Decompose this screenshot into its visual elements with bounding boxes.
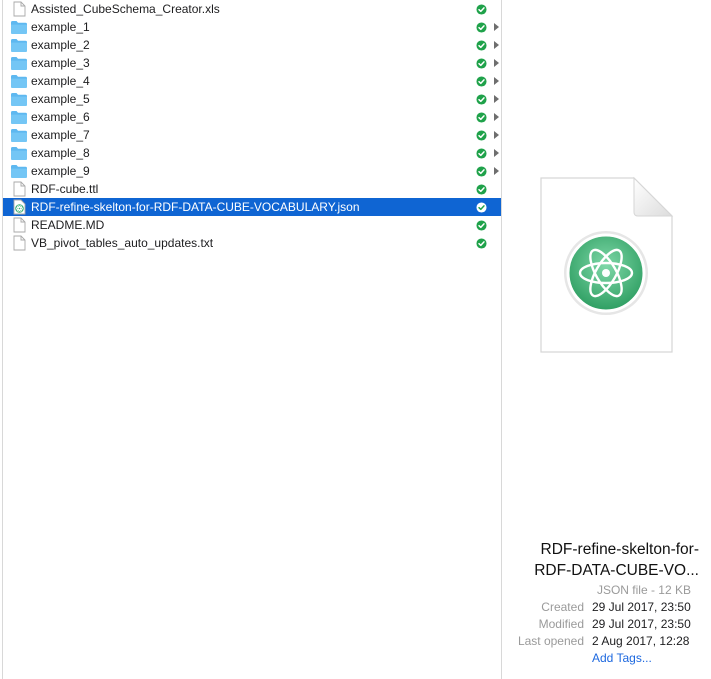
file-list: Assisted_CubeSchema_Creator.xls example_1…: [3, 0, 501, 252]
last-opened-label: Last opened: [517, 634, 584, 648]
chevron-right-icon[interactable]: [493, 130, 500, 140]
file-row[interactable]: example_3: [3, 54, 501, 72]
folder-icon: [11, 147, 27, 160]
file-name: Assisted_CubeSchema_Creator.xls: [31, 2, 220, 16]
folder-icon: [11, 21, 27, 34]
file-row[interactable]: example_9: [3, 162, 501, 180]
sync-check-icon: [476, 166, 487, 177]
file-name: example_8: [31, 146, 90, 160]
chevron-right-icon[interactable]: [493, 76, 500, 86]
file-row[interactable]: RDF-refine-skelton-for-RDF-DATA-CUBE-VOC…: [3, 198, 501, 216]
file-name: example_3: [31, 56, 90, 70]
document-icon: [13, 181, 26, 197]
sync-check-icon: [476, 238, 487, 249]
file-row[interactable]: example_8: [3, 144, 501, 162]
created-label: Created: [541, 600, 584, 614]
finder-window: Assisted_CubeSchema_Creator.xls example_1…: [0, 0, 711, 679]
file-name: example_5: [31, 92, 90, 106]
file-row[interactable]: example_1: [3, 18, 501, 36]
file-name: example_2: [31, 38, 90, 52]
file-name: README.MD: [31, 218, 105, 232]
file-row[interactable]: README.MD: [3, 216, 501, 234]
sync-check-icon: [476, 58, 487, 69]
file-row[interactable]: RDF-cube.ttl: [3, 180, 501, 198]
sync-check-icon: [476, 22, 487, 33]
json-document-preview-icon: [540, 176, 674, 353]
folder-icon: [11, 93, 27, 106]
chevron-right-icon[interactable]: [493, 58, 500, 68]
sync-check-icon: [476, 76, 487, 87]
sync-check-icon: [476, 148, 487, 159]
folder-icon: [11, 57, 27, 70]
sync-check-icon: [476, 202, 487, 213]
sync-check-icon: [476, 40, 487, 51]
preview-file-name-continued: RDF-DATA-CUBE-VO...: [534, 562, 699, 579]
file-name: example_6: [31, 110, 90, 124]
chevron-right-icon[interactable]: [493, 166, 500, 176]
chevron-right-icon[interactable]: [493, 94, 500, 104]
chevron-right-icon[interactable]: [493, 112, 500, 122]
atom-document-icon: [13, 199, 26, 215]
document-icon: [13, 235, 26, 251]
file-column: Assisted_CubeSchema_Creator.xls example_1…: [2, 0, 502, 679]
sync-check-icon: [476, 220, 487, 231]
sync-check-icon: [476, 94, 487, 105]
folder-icon: [11, 165, 27, 178]
folder-icon: [11, 75, 27, 88]
file-name: RDF-cube.ttl: [31, 182, 99, 196]
sync-check-icon: [476, 130, 487, 141]
file-row[interactable]: VB_pivot_tables_auto_updates.txt: [3, 234, 501, 252]
file-row[interactable]: Assisted_CubeSchema_Creator.xls: [3, 0, 501, 18]
file-row[interactable]: example_4: [3, 72, 501, 90]
modified-value: 29 Jul 2017, 23:50: [592, 617, 691, 631]
file-row[interactable]: example_6: [3, 108, 501, 126]
sync-check-icon: [476, 4, 487, 15]
file-row[interactable]: example_5: [3, 90, 501, 108]
document-icon: [13, 1, 26, 17]
modified-label: Modified: [538, 617, 584, 631]
file-name: example_4: [31, 74, 90, 88]
last-opened-value: 2 Aug 2017, 12:28: [592, 634, 690, 648]
sync-check-icon: [476, 112, 487, 123]
preview-file-name: RDF-refine-skelton-for-: [540, 541, 699, 558]
sync-check-icon: [476, 184, 487, 195]
created-value: 29 Jul 2017, 23:50: [592, 600, 691, 614]
file-name: VB_pivot_tables_auto_updates.txt: [31, 236, 214, 250]
chevron-right-icon[interactable]: [493, 148, 500, 158]
chevron-right-icon[interactable]: [493, 22, 500, 32]
folder-icon: [11, 129, 27, 142]
file-name: example_1: [31, 20, 90, 34]
folder-icon: [11, 111, 27, 124]
document-icon: [13, 217, 26, 233]
file-row[interactable]: example_2: [3, 36, 501, 54]
file-name: RDF-refine-skelton-for-RDF-DATA-CUBE-VOC…: [31, 200, 360, 214]
file-row[interactable]: example_7: [3, 126, 501, 144]
add-tags-link[interactable]: Add Tags...: [592, 651, 652, 665]
file-name: example_7: [31, 128, 90, 142]
file-name: example_9: [31, 164, 90, 178]
preview-kind-size: JSON file - 12 KB: [596, 583, 691, 597]
chevron-right-icon[interactable]: [493, 40, 500, 50]
folder-icon: [11, 39, 27, 52]
